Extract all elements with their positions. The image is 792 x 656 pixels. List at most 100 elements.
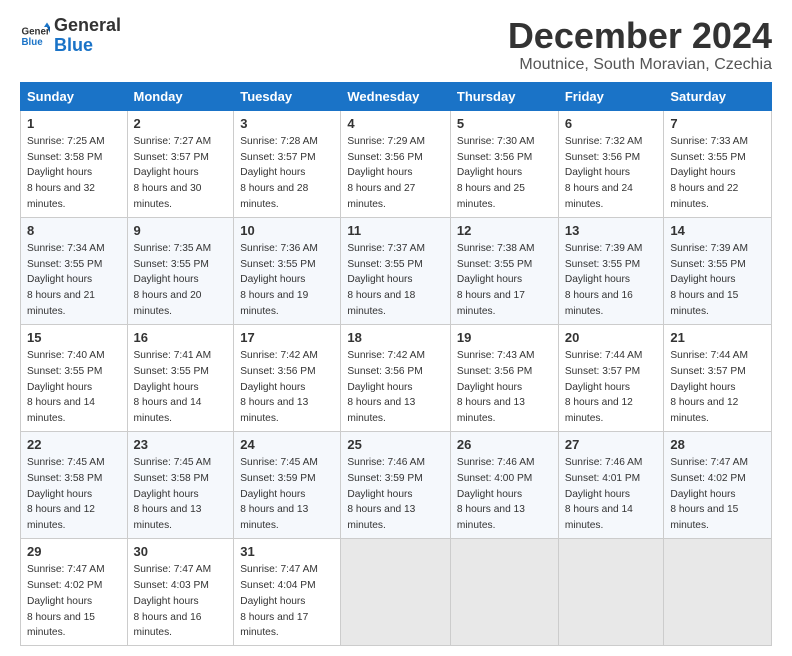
day-info: Sunrise: 7:39 AMSunset: 3:55 PMDaylight … (565, 243, 643, 317)
day-number: 10 (240, 222, 334, 240)
day-number: 30 (134, 543, 228, 561)
table-row: 1 Sunrise: 7:25 AMSunset: 3:58 PMDaylight… (21, 110, 128, 217)
table-row: 6 Sunrise: 7:32 AMSunset: 3:56 PMDaylight… (558, 110, 664, 217)
calendar-row: 22 Sunrise: 7:45 AMSunset: 3:58 PMDayligh… (21, 431, 772, 538)
table-row: 26 Sunrise: 7:46 AMSunset: 4:00 PMDayligh… (450, 431, 558, 538)
main-title: December 2024 (508, 16, 772, 56)
day-info: Sunrise: 7:45 AMSunset: 3:58 PMDaylight … (134, 457, 212, 531)
table-row: 18Sunrise: 7:42 AMSunset: 3:56 PMDayligh… (341, 324, 451, 431)
day-number: 24 (240, 436, 334, 454)
day-number: 6 (565, 115, 658, 133)
day-info: Sunrise: 7:45 AMSunset: 3:59 PMDaylight … (240, 457, 318, 531)
day-info: Sunrise: 7:29 AMSunset: 3:56 PMDaylight … (347, 136, 425, 210)
day-info: Sunrise: 7:45 AMSunset: 3:58 PMDaylight … (27, 457, 105, 531)
day-number: 9 (134, 222, 228, 240)
day-info: Sunrise: 7:38 AMSunset: 3:55 PMDaylight … (457, 243, 535, 317)
day-info: Sunrise: 7:47 AMSunset: 4:02 PMDaylight … (670, 457, 748, 531)
table-row: 8 Sunrise: 7:34 AMSunset: 3:55 PMDaylight… (21, 217, 128, 324)
day-info: Sunrise: 7:39 AMSunset: 3:55 PMDaylight … (670, 243, 748, 317)
table-row: 14 Sunrise: 7:39 AMSunset: 3:55 PMDayligh… (664, 217, 772, 324)
header-wednesday: Wednesday (341, 82, 451, 110)
day-number: 2 (134, 115, 228, 133)
day-info: Sunrise: 7:28 AMSunset: 3:57 PMDaylight … (240, 136, 318, 210)
header-monday: Monday (127, 82, 234, 110)
day-info: Sunrise: 7:33 AMSunset: 3:55 PMDaylight … (670, 136, 748, 210)
header-section: General Blue General Blue December 2024 … (20, 16, 772, 74)
table-row: 25Sunrise: 7:46 AMSunset: 3:59 PMDayligh… (341, 431, 451, 538)
table-row: 24 Sunrise: 7:45 AMSunset: 3:59 PMDayligh… (234, 431, 341, 538)
table-row: 30Sunrise: 7:47 AMSunset: 4:03 PMDayligh… (127, 538, 234, 645)
day-info: Sunrise: 7:34 AMSunset: 3:55 PMDaylight … (27, 243, 105, 317)
day-number: 29 (27, 543, 121, 561)
day-info: Sunrise: 7:47 AMSunset: 4:04 PMDaylight … (240, 564, 318, 638)
logo-icon: General Blue (20, 21, 50, 51)
day-number: 16 (134, 329, 228, 347)
day-number: 7 (670, 115, 765, 133)
day-info: Sunrise: 7:43 AMSunset: 3:56 PMDaylight … (457, 350, 535, 424)
table-row: 10Sunrise: 7:36 AMSunset: 3:55 PMDayligh… (234, 217, 341, 324)
table-row: 11Sunrise: 7:37 AMSunset: 3:55 PMDayligh… (341, 217, 451, 324)
table-row: 17 Sunrise: 7:42 AMSunset: 3:56 PMDayligh… (234, 324, 341, 431)
day-number: 15 (27, 329, 121, 347)
table-row: 3 Sunrise: 7:28 AMSunset: 3:57 PMDaylight… (234, 110, 341, 217)
table-row: 2 Sunrise: 7:27 AMSunset: 3:57 PMDaylight… (127, 110, 234, 217)
day-number: 23 (134, 436, 228, 454)
day-info: Sunrise: 7:42 AMSunset: 3:56 PMDaylight … (347, 350, 425, 424)
day-info: Sunrise: 7:44 AMSunset: 3:57 PMDaylight … (670, 350, 748, 424)
day-info: Sunrise: 7:46 AMSunset: 4:01 PMDaylight … (565, 457, 643, 531)
day-number: 1 (27, 115, 121, 133)
day-info: Sunrise: 7:30 AMSunset: 3:56 PMDaylight … (457, 136, 535, 210)
calendar-row: 15 Sunrise: 7:40 AMSunset: 3:55 PMDayligh… (21, 324, 772, 431)
day-info: Sunrise: 7:46 AMSunset: 4:00 PMDaylight … (457, 457, 535, 531)
day-info: Sunrise: 7:46 AMSunset: 3:59 PMDaylight … (347, 457, 425, 531)
day-number: 5 (457, 115, 552, 133)
table-row: 29 Sunrise: 7:47 AMSunset: 4:02 PMDayligh… (21, 538, 128, 645)
title-section: December 2024 Moutnice, South Moravian, … (508, 16, 772, 74)
table-row: 15 Sunrise: 7:40 AMSunset: 3:55 PMDayligh… (21, 324, 128, 431)
table-row: 23 Sunrise: 7:45 AMSunset: 3:58 PMDayligh… (127, 431, 234, 538)
day-number: 19 (457, 329, 552, 347)
day-number: 8 (27, 222, 121, 240)
table-row: 4 Sunrise: 7:29 AMSunset: 3:56 PMDaylight… (341, 110, 451, 217)
table-row (341, 538, 451, 645)
table-row: 21Sunrise: 7:44 AMSunset: 3:57 PMDayligh… (664, 324, 772, 431)
day-info: Sunrise: 7:42 AMSunset: 3:56 PMDaylight … (240, 350, 318, 424)
day-number: 12 (457, 222, 552, 240)
day-number: 4 (347, 115, 444, 133)
table-row: 20 Sunrise: 7:44 AMSunset: 3:57 PMDayligh… (558, 324, 664, 431)
table-row: 27 Sunrise: 7:46 AMSunset: 4:01 PMDayligh… (558, 431, 664, 538)
day-info: Sunrise: 7:41 AMSunset: 3:55 PMDaylight … (134, 350, 212, 424)
day-number: 13 (565, 222, 658, 240)
svg-text:Blue: Blue (22, 37, 44, 48)
day-info: Sunrise: 7:25 AMSunset: 3:58 PMDaylight … (27, 136, 105, 210)
day-number: 22 (27, 436, 121, 454)
header-thursday: Thursday (450, 82, 558, 110)
calendar-row: 29 Sunrise: 7:47 AMSunset: 4:02 PMDayligh… (21, 538, 772, 645)
logo-text: General Blue (54, 16, 121, 56)
day-info: Sunrise: 7:40 AMSunset: 3:55 PMDaylight … (27, 350, 105, 424)
day-number: 3 (240, 115, 334, 133)
subtitle: Moutnice, South Moravian, Czechia (508, 56, 772, 74)
table-row: 19 Sunrise: 7:43 AMSunset: 3:56 PMDayligh… (450, 324, 558, 431)
day-number: 28 (670, 436, 765, 454)
day-info: Sunrise: 7:47 AMSunset: 4:02 PMDaylight … (27, 564, 105, 638)
table-row (450, 538, 558, 645)
day-info: Sunrise: 7:35 AMSunset: 3:55 PMDaylight … (134, 243, 212, 317)
day-info: Sunrise: 7:27 AMSunset: 3:57 PMDaylight … (134, 136, 212, 210)
table-row: 28 Sunrise: 7:47 AMSunset: 4:02 PMDayligh… (664, 431, 772, 538)
table-row: 22 Sunrise: 7:45 AMSunset: 3:58 PMDayligh… (21, 431, 128, 538)
calendar: Sunday Monday Tuesday Wednesday Thursday… (20, 82, 772, 646)
calendar-row: 8 Sunrise: 7:34 AMSunset: 3:55 PMDaylight… (21, 217, 772, 324)
day-number: 26 (457, 436, 552, 454)
header-saturday: Saturday (664, 82, 772, 110)
table-row: 16 Sunrise: 7:41 AMSunset: 3:55 PMDayligh… (127, 324, 234, 431)
day-info: Sunrise: 7:32 AMSunset: 3:56 PMDaylight … (565, 136, 643, 210)
day-number: 17 (240, 329, 334, 347)
day-number: 27 (565, 436, 658, 454)
day-number: 20 (565, 329, 658, 347)
day-number: 14 (670, 222, 765, 240)
day-number: 11 (347, 222, 444, 240)
day-info: Sunrise: 7:44 AMSunset: 3:57 PMDaylight … (565, 350, 643, 424)
page: General Blue General Blue December 2024 … (0, 0, 792, 656)
table-row: 5 Sunrise: 7:30 AMSunset: 3:56 PMDaylight… (450, 110, 558, 217)
